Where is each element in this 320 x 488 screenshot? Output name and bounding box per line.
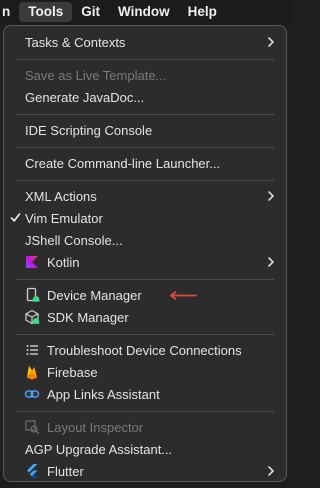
menu-item-label: Firebase [47, 364, 98, 380]
menubar-item-window[interactable]: Window [109, 2, 179, 22]
menu-item-xml-actions[interactable]: XML Actions [4, 185, 286, 207]
firebase-icon [27, 365, 37, 380]
menu-item-device-manager[interactable]: Device Manager [4, 284, 286, 306]
menu-item-label: Layout Inspector [47, 419, 144, 435]
menu-item-sdk-manager[interactable]: SDK Manager [4, 306, 286, 328]
menu-separator [16, 147, 274, 148]
annotation-arrow-icon [170, 291, 197, 300]
menu-separator [16, 334, 274, 335]
menu-item-label: Kotlin [47, 254, 80, 270]
checkmark-icon [10, 213, 21, 222]
menu-item-save-live-template: Save as Live Template... [4, 64, 286, 86]
menu-item-label: Generate JavaDoc... [25, 89, 145, 105]
menu-item-label: Vim Emulator [25, 210, 103, 226]
menu-separator [16, 411, 274, 412]
menu-item-firebase[interactable]: Firebase [4, 361, 286, 383]
menu-item-tasks-contexts[interactable]: Tasks & Contexts [4, 31, 286, 53]
menu-item-label: AGP Upgrade Assistant... [25, 441, 173, 457]
chevron-right-icon [268, 257, 274, 267]
menu-item-jshell-console[interactable]: JShell Console... [4, 229, 286, 251]
menubar-item-git[interactable]: Git [72, 2, 109, 22]
device-manager-icon [26, 287, 40, 302]
menu-separator [16, 279, 274, 280]
menu-bar: n Tools Git Window Help [0, 0, 292, 24]
menu-item-create-command-line-launcher[interactable]: Create Command-line Launcher... [4, 152, 286, 174]
menu-item-label: IDE Scripting Console [25, 122, 153, 138]
menu-item-vim-emulator[interactable]: Vim Emulator [4, 207, 286, 229]
menubar-item-partial[interactable]: n [0, 2, 19, 22]
menu-item-label: XML Actions [25, 188, 97, 204]
menu-item-label: Flutter [47, 463, 84, 479]
menubar-item-help[interactable]: Help [179, 2, 226, 22]
menu-item-label: SDK Manager [47, 309, 129, 325]
menu-separator [16, 180, 274, 181]
menu-item-label: Create Command-line Launcher... [25, 155, 221, 171]
menubar-item-tools[interactable]: Tools [19, 2, 73, 22]
menu-item-kotlin[interactable]: Kotlin [4, 251, 286, 273]
link-icon [24, 390, 40, 398]
menu-item-label: Save as Live Template... [25, 67, 167, 83]
menu-item-label: Troubleshoot Device Connections [47, 342, 242, 358]
menu-item-label: Device Manager [47, 287, 142, 303]
chevron-right-icon [268, 37, 274, 47]
layout-inspector-icon [25, 420, 40, 435]
menu-item-label: App Links Assistant [47, 386, 160, 402]
chevron-right-icon [268, 191, 274, 201]
menu-item-ide-scripting-console[interactable]: IDE Scripting Console [4, 119, 286, 141]
menu-item-flutter[interactable]: Flutter [4, 460, 286, 482]
tools-dropdown-menu: Tasks & Contexts Save as Live Template..… [3, 25, 287, 482]
menu-separator [16, 114, 274, 115]
kotlin-icon [26, 256, 38, 268]
chevron-right-icon [268, 466, 274, 476]
menu-separator [16, 59, 274, 60]
flutter-icon [27, 464, 38, 478]
menu-item-label: Tasks & Contexts [25, 34, 126, 50]
menu-item-app-links-assistant[interactable]: App Links Assistant [4, 383, 286, 405]
sdk-manager-icon [25, 309, 40, 325]
menu-item-troubleshoot-device-connections[interactable]: Troubleshoot Device Connections [4, 339, 286, 361]
menu-item-layout-inspector: Layout Inspector [4, 416, 286, 438]
menu-item-generate-javadoc[interactable]: Generate JavaDoc... [4, 86, 286, 108]
list-icon [26, 345, 38, 355]
menu-item-label: JShell Console... [25, 232, 123, 248]
menu-item-agp-upgrade-assistant[interactable]: AGP Upgrade Assistant... [4, 438, 286, 460]
